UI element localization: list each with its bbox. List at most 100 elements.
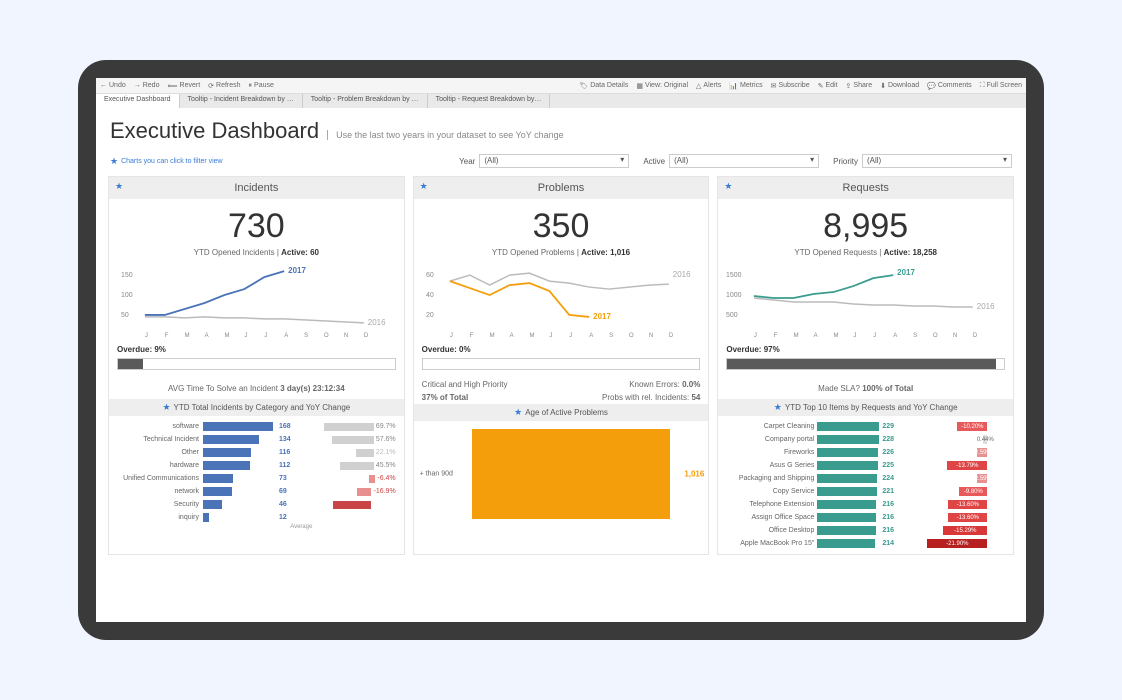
svg-text:J: J: [244, 333, 247, 339]
problems-crit-row2: 37% of Total Probs with rel. Incidents: …: [414, 391, 709, 404]
incidents-avg: AVG Time To Solve an Incident 3 day(s) 2…: [109, 378, 404, 399]
requests-subtitle: YTD Opened Requests | Active: 18,258: [718, 246, 1013, 263]
edit-button[interactable]: ✎ Edit: [818, 82, 838, 90]
category-row[interactable]: network69-16.9%: [117, 485, 396, 498]
page-title: Executive Dashboard: [110, 118, 319, 144]
requests-top10-chart[interactable]: Carpet Cleaning229-10.20%Company portal2…: [718, 416, 1013, 554]
svg-text:100: 100: [121, 292, 133, 299]
metrics-button[interactable]: 📊 Metrics: [729, 82, 762, 90]
data-details-button[interactable]: 🏷 Data Details: [579, 82, 628, 90]
category-row[interactable]: Unified Communications73-6.4%: [117, 472, 396, 485]
page-subtitle: Use the last two years in your dataset t…: [327, 130, 563, 140]
category-row[interactable]: inquiry12: [117, 511, 396, 524]
request-item-row[interactable]: Copy Service221-9.80%: [724, 485, 1007, 498]
request-item-row[interactable]: Office Desktop216-15.29%: [724, 524, 1007, 537]
year-select[interactable]: (All): [479, 154, 629, 168]
tab-executive-dashboard[interactable]: Executive Dashboard: [96, 94, 180, 108]
incidents-overdue-bar[interactable]: [117, 358, 396, 370]
incidents-overdue: Overdue: 9%: [109, 341, 404, 356]
svg-text:N: N: [649, 333, 653, 339]
category-row[interactable]: hardware11245.5%: [117, 459, 396, 472]
requests-chart[interactable]: 15001000500 2017 2016 JFMAMJJASOND: [718, 263, 1013, 341]
device-frame: ← Undo → Redo ⟸ Revert ⟳ Refresh ⏸ Pause…: [78, 60, 1044, 640]
svg-text:2017: 2017: [898, 268, 916, 277]
svg-text:J: J: [569, 333, 572, 339]
svg-text:2016: 2016: [368, 318, 386, 327]
svg-text:A: A: [509, 333, 513, 339]
requests-overdue: Overdue: 97%: [718, 341, 1013, 356]
category-row[interactable]: Other11622.1%: [117, 446, 396, 459]
download-button[interactable]: ⬇ Download: [880, 82, 919, 90]
svg-text:J: J: [264, 333, 267, 339]
svg-text:O: O: [933, 333, 938, 339]
filter-note: ★Charts you can click to filter view: [110, 156, 223, 167]
incidents-chart[interactable]: 15010050 2017 2016 JFMAMJJASOND: [109, 263, 404, 341]
active-select[interactable]: (All): [669, 154, 819, 168]
requests-sla: Made SLA? 100% of Total: [718, 378, 1013, 399]
panel-title: Problems: [538, 182, 584, 194]
svg-text:D: D: [973, 333, 978, 339]
star-icon: ★: [724, 181, 732, 192]
share-button[interactable]: ⇪ Share: [846, 82, 873, 90]
svg-text:M: M: [834, 333, 839, 339]
request-item-row[interactable]: Asus G Series225-13.79%: [724, 459, 1007, 472]
svg-text:M: M: [489, 333, 494, 339]
problems-subtitle: YTD Opened Problems | Active: 1,016: [414, 246, 709, 263]
request-item-row[interactable]: Assign Office Space216-13.60%: [724, 511, 1007, 524]
request-item-row[interactable]: Carpet Cleaning229-10.20%: [724, 420, 1007, 433]
category-row[interactable]: Technical Incident13457.6%: [117, 433, 396, 446]
refresh-button[interactable]: ⟳ Refresh: [208, 82, 240, 90]
svg-text:S: S: [609, 333, 613, 339]
problems-total: 350: [414, 199, 709, 246]
active-label: Active: [643, 157, 665, 166]
svg-text:M: M: [185, 333, 190, 339]
request-item-row[interactable]: Apple MacBook Pro 15"214-21.90%: [724, 537, 1007, 550]
request-item-row[interactable]: Telephone Extension216-13.60%: [724, 498, 1007, 511]
panel-problems: ★Problems 350 YTD Opened Problems | Acti…: [413, 176, 710, 555]
svg-text:J: J: [854, 333, 857, 339]
redo-button[interactable]: → Redo: [134, 82, 160, 90]
alerts-button[interactable]: △ Alerts: [696, 82, 721, 90]
subscribe-button[interactable]: ✉ Subscribe: [771, 82, 810, 90]
priority-select[interactable]: (All): [862, 154, 1012, 168]
star-icon: ★: [110, 156, 118, 167]
view-button[interactable]: ▦ View: Original: [636, 82, 688, 90]
problems-overdue-bar[interactable]: [422, 358, 701, 370]
toolbar: ← Undo → Redo ⟸ Revert ⟳ Refresh ⏸ Pause…: [96, 78, 1026, 94]
incidents-total: 730: [109, 199, 404, 246]
requests-overdue-bar[interactable]: [726, 358, 1005, 370]
svg-text:2016: 2016: [672, 270, 690, 279]
undo-button[interactable]: ← Undo: [100, 82, 126, 90]
svg-text:20: 20: [426, 312, 434, 319]
request-item-row[interactable]: Fireworks226-2.59%: [724, 446, 1007, 459]
svg-text:1000: 1000: [726, 292, 742, 299]
incidents-category-chart[interactable]: software16869.7%Technical Incident13457.…: [109, 416, 404, 534]
tab-tooltip-problem[interactable]: Tooltip - Problem Breakdown by …: [303, 94, 428, 108]
category-row[interactable]: software16869.7%: [117, 420, 396, 433]
comments-button[interactable]: 💬 Comments: [927, 82, 972, 90]
svg-text:2017: 2017: [593, 312, 611, 321]
problems-chart[interactable]: 604020 2016 2017 JFMAMJJASOND: [414, 263, 709, 341]
request-item-row[interactable]: Packaging and Shipping224-2.59%: [724, 472, 1007, 485]
fullscreen-button[interactable]: ⛶ Full Screen: [980, 82, 1022, 90]
category-row[interactable]: Security46-49.5%: [117, 498, 396, 511]
svg-text:J: J: [549, 333, 552, 339]
pause-button[interactable]: ⏸ Pause: [249, 82, 274, 90]
tab-tooltip-request[interactable]: Tooltip - Request Breakdown by…: [428, 94, 551, 108]
svg-text:N: N: [344, 333, 348, 339]
svg-text:F: F: [774, 333, 778, 339]
age-label: + than 90d: [420, 471, 453, 478]
svg-text:A: A: [894, 333, 898, 339]
svg-text:D: D: [668, 333, 673, 339]
age-value: 1,016: [684, 470, 704, 479]
panel-incidents: ★Incidents 730 YTD Opened Incidents | Ac…: [108, 176, 405, 555]
svg-text:A: A: [284, 333, 288, 339]
revert-button[interactable]: ⟸ Revert: [167, 82, 200, 90]
screen: ← Undo → Redo ⟸ Revert ⟳ Refresh ⏸ Pause…: [96, 78, 1026, 622]
problems-age-chart[interactable]: + than 90d 1,016: [414, 421, 709, 527]
priority-label: Priority: [833, 157, 858, 166]
request-item-row[interactable]: Company portal2280.44%: [724, 433, 1007, 446]
svg-text:A: A: [205, 333, 209, 339]
svg-text:O: O: [324, 333, 329, 339]
tab-tooltip-incident[interactable]: Tooltip - Incident Breakdown by …: [180, 94, 303, 108]
